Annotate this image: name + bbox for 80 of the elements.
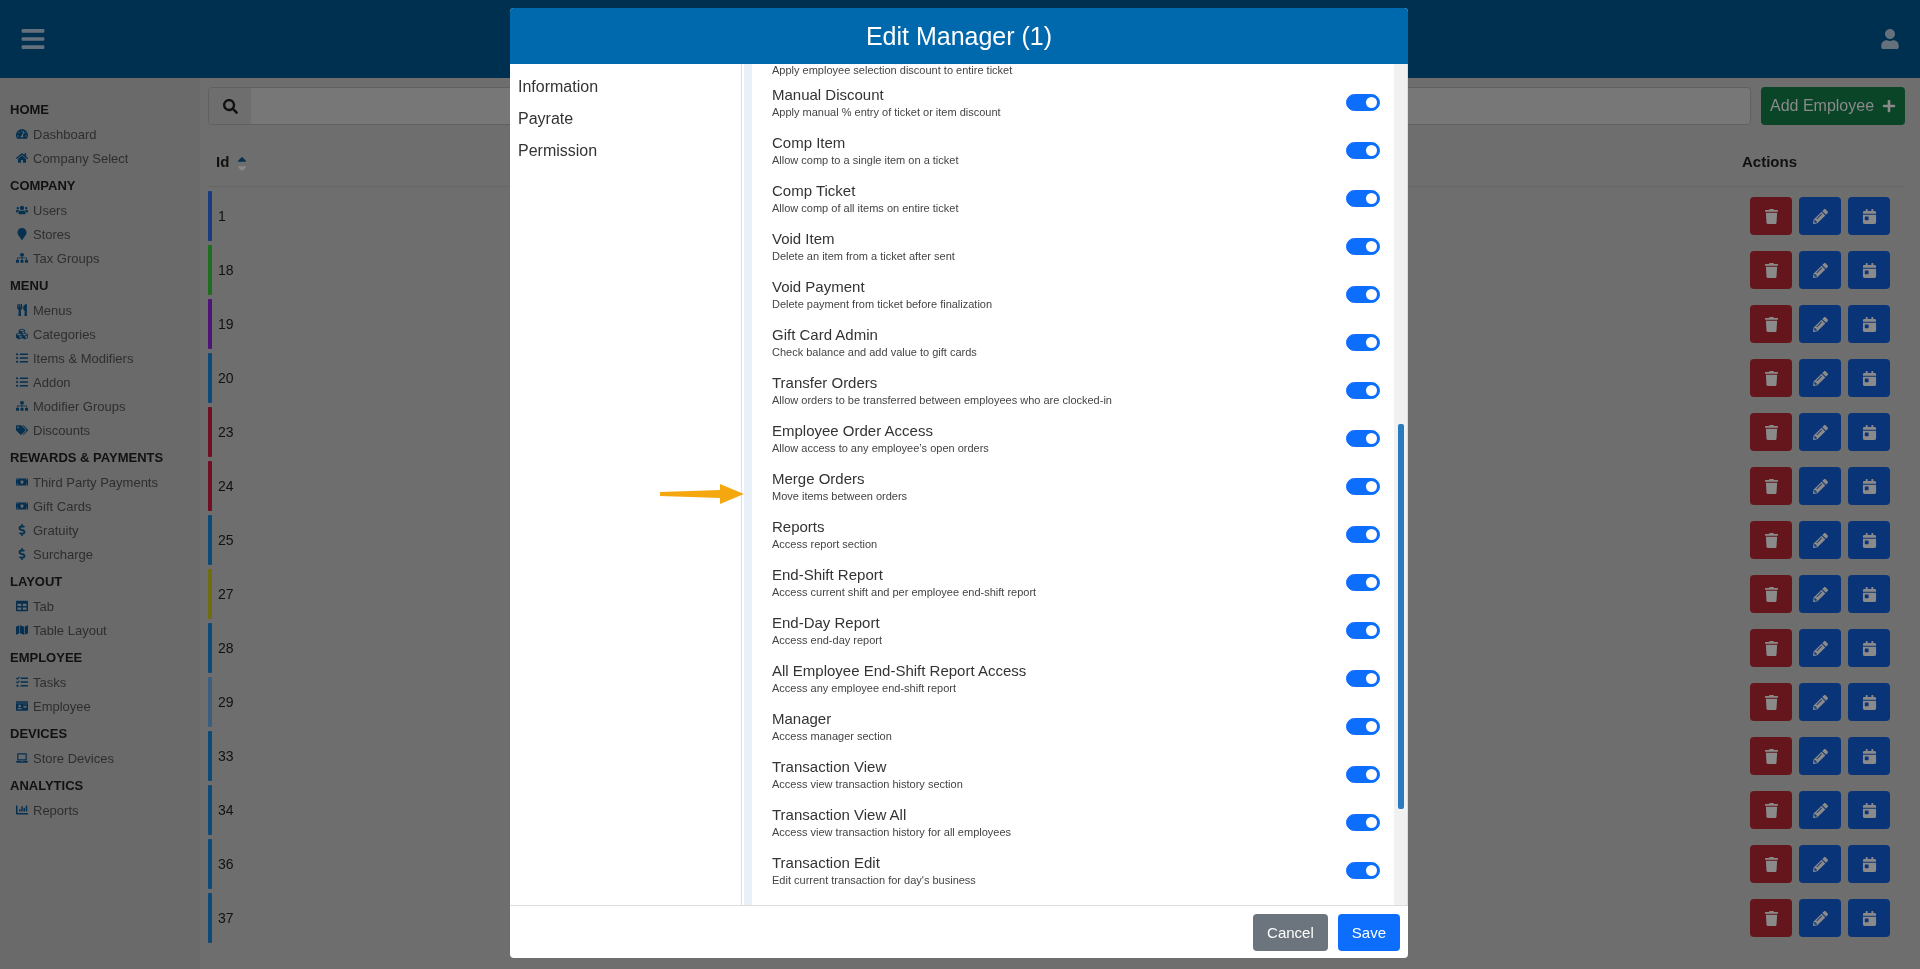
sidebar-label: Discounts xyxy=(33,422,91,438)
permission-description: Access view transaction history for all employees xyxy=(772,826,1012,838)
permission-name: Transaction View xyxy=(772,758,888,775)
sidebar-label: Store Devices xyxy=(33,750,114,766)
section-heading: MENU xyxy=(10,277,50,295)
permission-description: Check balance and add value to gift cards xyxy=(772,346,977,358)
column-header: Actions xyxy=(1742,152,1797,170)
sidebar-label: Dashboard xyxy=(33,126,97,142)
permission-description: Allow comp to a single item on a ticket xyxy=(772,154,959,166)
sidebar-label: Third Party Payments xyxy=(33,474,158,490)
permission-name: Merge Orders xyxy=(772,470,866,487)
sidebar-label: Categories xyxy=(33,326,96,342)
permission-name: All Employee End-Shift Report Access xyxy=(772,662,1027,679)
permission-description: Delete an item from a ticket after sent xyxy=(772,250,955,262)
permission-description: Access report section xyxy=(772,538,878,550)
permission-description: Apply manual % entry of ticket or item discount xyxy=(772,106,1001,118)
sidebar-label: Gift Cards xyxy=(33,498,92,514)
permission-name: End-Shift Report xyxy=(772,566,884,583)
permission-name: Manager xyxy=(772,710,833,727)
table-cell: 28 xyxy=(218,640,234,656)
section-heading: EMPLOYEE xyxy=(10,649,84,667)
permission-description: Allow orders to be transferred between employees who are clocked-in xyxy=(772,394,1112,406)
sidebar-label: Addon xyxy=(33,374,71,390)
dialog-title: Edit Manager (1) xyxy=(865,21,1053,51)
section-heading: LAYOUT xyxy=(10,573,64,591)
table-cell: 29 xyxy=(218,694,234,710)
section-heading: ANALYTICS xyxy=(10,777,85,795)
permission-name: Employee Order Access xyxy=(772,422,934,439)
table-cell: 24 xyxy=(218,478,234,494)
permission-description: Allow access to any employee’s open orders xyxy=(772,442,989,454)
permission-name: Transaction View All xyxy=(772,806,908,823)
permission-name: Void Item xyxy=(772,230,836,247)
sidebar-label: Users xyxy=(33,202,67,218)
table-cell: 27 xyxy=(218,586,234,602)
permission-name: Gift Card Admin xyxy=(772,326,879,343)
sidebar-label: Tax Groups xyxy=(33,250,100,266)
permission-description: Apply employee selection discount to entire ticket xyxy=(772,64,1014,78)
sidebar-label: Company Select xyxy=(33,150,129,166)
sidebar-label: Stores xyxy=(33,226,71,242)
permission-description: Access current shift and per employee end-shift report xyxy=(772,586,1037,598)
permission-name: Comp Item xyxy=(772,134,847,151)
table-cell: 1 xyxy=(218,208,226,224)
permission-name: Void Payment xyxy=(772,278,866,295)
permission-description: Access any employee end-shift report xyxy=(772,682,958,694)
table-cell: 20 xyxy=(218,370,234,386)
permission-name: Comp Ticket xyxy=(772,182,857,199)
permission-name: Transfer Orders xyxy=(772,374,879,391)
permission-name: Manual Discount xyxy=(772,86,885,103)
permission-description: Access end-day report xyxy=(772,634,883,646)
section-heading: COMPANY xyxy=(10,177,77,195)
table-cell: 19 xyxy=(218,316,234,332)
sidebar-label: Table Layout xyxy=(33,622,107,638)
section-heading: HOME xyxy=(10,101,50,119)
sidebar-label: Gratuity xyxy=(33,522,79,538)
table-cell: 23 xyxy=(218,424,234,440)
permission-description: Delete payment from ticket before finalization xyxy=(772,298,993,310)
permission-name: End-Day Report xyxy=(772,614,881,631)
permission-description: Edit current transaction for day's business xyxy=(772,874,976,886)
table-cell: 25 xyxy=(218,532,234,548)
sidebar-label: Tasks xyxy=(33,674,67,690)
sidebar-label: Items & Modifiers xyxy=(33,350,134,366)
permission-description: Access view transaction history section xyxy=(772,778,963,790)
table-cell: 33 xyxy=(218,748,234,764)
sidebar-label: Tab xyxy=(33,598,54,614)
permission-name: Transaction Edit xyxy=(772,854,881,871)
sidebar-label: Employee xyxy=(33,698,91,714)
permission-description: Move items between orders xyxy=(772,490,908,502)
permission-description: Access manager section xyxy=(772,730,892,742)
table-cell: 36 xyxy=(218,856,234,872)
table-cell: 37 xyxy=(218,910,234,926)
permission-name: Reports xyxy=(772,518,826,535)
permission-description: Allow comp of all items on entire ticket xyxy=(772,202,959,214)
section-heading: DEVICES xyxy=(10,725,69,743)
sidebar-label: Reports xyxy=(33,802,79,818)
table-cell: 18 xyxy=(218,262,234,278)
sidebar-label: Surcharge xyxy=(33,546,93,562)
sidebar-label: Modifier Groups xyxy=(33,398,126,414)
sidebar-label: Menus xyxy=(33,302,73,318)
section-heading: REWARDS & PAYMENTS xyxy=(10,449,165,467)
table-cell: 34 xyxy=(218,802,234,818)
